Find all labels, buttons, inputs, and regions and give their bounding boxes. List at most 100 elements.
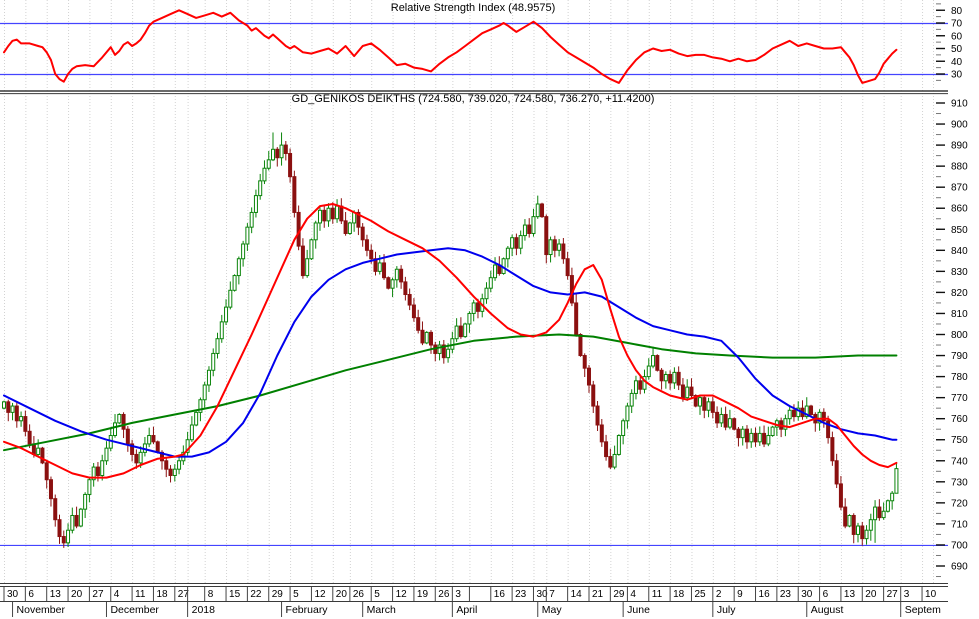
week-label: 26 — [353, 589, 365, 600]
week-label: 3 — [455, 589, 461, 600]
up-candle-body — [873, 506, 878, 521]
week-label: 12 — [396, 589, 408, 600]
down-candle-body — [155, 441, 160, 453]
svg-text:860: 860 — [951, 204, 968, 215]
rsi-axis: 80 7060 50 40 30 — [936, 3, 963, 81]
week-label: 18 — [673, 589, 685, 600]
ma-mid-line — [3, 247, 898, 458]
down-candle-body — [540, 203, 545, 218]
down-candle-body — [23, 416, 28, 432]
up-candle-body — [616, 435, 621, 455]
down-candle-body — [300, 245, 305, 277]
up-candle-body — [2, 401, 6, 409]
up-candle-body — [253, 195, 258, 213]
down-candle-body — [48, 479, 53, 500]
down-candle-body — [134, 453, 139, 464]
down-candle-body — [599, 424, 604, 443]
week-label: 7 — [549, 589, 555, 600]
up-candle-body — [83, 493, 88, 510]
svg-text:840: 840 — [951, 246, 968, 257]
up-candle-body — [505, 247, 510, 260]
down-candle-body — [360, 226, 365, 241]
down-candle-body — [369, 249, 374, 260]
svg-text:50: 50 — [951, 44, 963, 55]
down-candle-body — [809, 405, 814, 415]
week-label: 3 — [904, 589, 910, 600]
up-candle-body — [548, 239, 553, 256]
down-candle-body — [386, 277, 391, 289]
up-candle-body — [113, 422, 118, 437]
rsi-indicator-title: Relative Strength Index (48.9575) — [390, 2, 556, 14]
up-candle-body — [894, 468, 899, 494]
week-label: 12 — [314, 589, 326, 600]
up-candle-body — [78, 508, 83, 527]
week-label: 30 — [801, 589, 813, 600]
up-candle-body — [271, 148, 276, 161]
svg-text:790: 790 — [951, 351, 968, 362]
down-candle-body — [74, 514, 79, 527]
down-candle-body — [168, 468, 173, 477]
down-candle-body — [527, 224, 532, 234]
up-candle-body — [621, 420, 626, 437]
down-candle-body — [578, 333, 583, 357]
up-candle-body — [305, 258, 310, 277]
down-candle-body — [544, 216, 549, 256]
up-candle-body — [651, 355, 656, 367]
up-candle-body — [471, 302, 476, 314]
down-candle-body — [680, 384, 685, 399]
up-candle-body — [104, 447, 109, 462]
month-label: June — [627, 604, 650, 616]
down-candle-body — [164, 460, 169, 470]
panel-separators — [0, 90, 948, 602]
down-candle-body — [715, 411, 720, 424]
up-candle-body — [266, 159, 271, 169]
down-candle-body — [292, 176, 297, 213]
down-candle-body — [838, 483, 843, 508]
down-candle-body — [608, 456, 613, 468]
week-label: 13 — [844, 589, 856, 600]
rsi-line — [3, 9, 898, 84]
up-candle-body — [518, 235, 523, 249]
down-candle-body — [44, 462, 49, 481]
up-candle-body — [138, 451, 143, 464]
up-candle-body — [646, 365, 651, 378]
up-candle-body — [770, 426, 775, 437]
up-candle-body — [326, 207, 331, 222]
up-candle-body — [117, 413, 122, 424]
down-candle-body — [655, 355, 660, 371]
down-candle-body — [723, 413, 728, 428]
down-candle-body — [702, 397, 707, 411]
up-candle-body — [10, 405, 15, 413]
svg-text:740: 740 — [951, 456, 968, 467]
week-label: 11 — [652, 589, 663, 600]
week-label: 20 — [336, 589, 348, 600]
week-label: 20 — [865, 589, 877, 600]
month-label: Septem — [905, 604, 941, 616]
svg-text:750: 750 — [951, 435, 968, 446]
up-candle-body — [232, 275, 237, 291]
up-candle-body — [740, 428, 745, 439]
down-candle-body — [40, 447, 45, 464]
up-candle-body — [719, 413, 724, 424]
down-candle-body — [753, 432, 758, 443]
up-candle-body — [202, 384, 207, 401]
down-candle-body — [574, 302, 579, 335]
svg-text:710: 710 — [951, 519, 968, 530]
up-candle-body — [335, 205, 340, 220]
down-candle-body — [689, 386, 694, 397]
up-candle-body — [258, 180, 263, 197]
week-label: 18 — [156, 589, 168, 600]
down-candle-body — [561, 243, 566, 260]
down-candle-body — [604, 441, 609, 458]
up-candle-body — [672, 371, 677, 384]
up-candle-body — [206, 369, 211, 386]
ma-slow-line — [3, 333, 898, 452]
svg-text:890: 890 — [951, 141, 968, 152]
down-candle-body — [151, 435, 156, 443]
svg-text:810: 810 — [951, 309, 968, 320]
down-candle-body — [736, 428, 741, 439]
week-label: 19 — [417, 589, 429, 600]
month-label: August — [811, 604, 844, 616]
week-label: 5 — [374, 589, 380, 600]
up-candle-body — [633, 380, 638, 394]
